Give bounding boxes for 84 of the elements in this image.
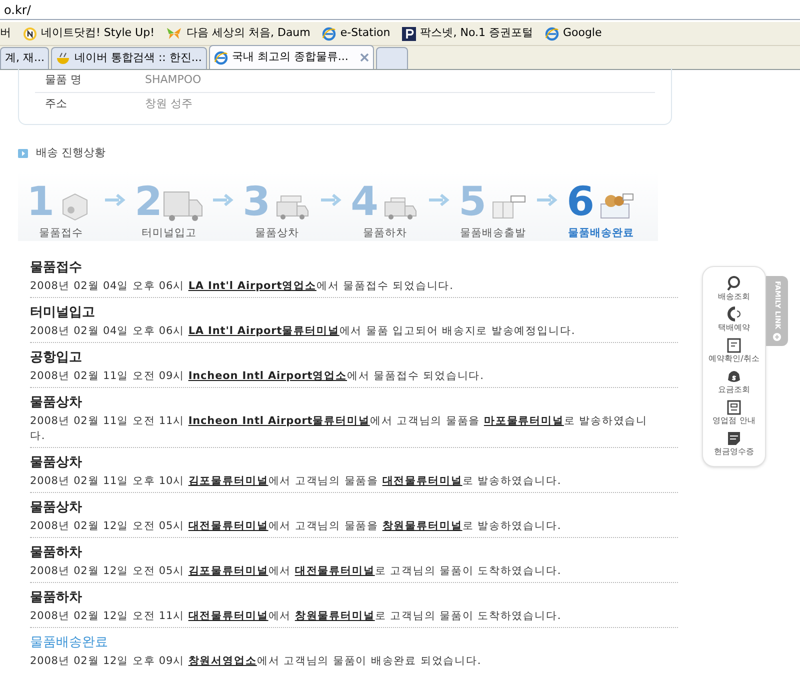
quick-menu-link[interactable]: 요금조회 — [718, 384, 750, 396]
step-number: 6 — [566, 182, 594, 222]
event-message: 2008년 02월 12일 오전 05시 김포물류터미널 에서 대전물류터미널 로 고객님의 물품이 도착하였습니다. — [30, 564, 562, 580]
event-message: 2008년 02월 11일 오전 11시 Incheon Intl Airport물류터미널 에서 고객님의 물품을 마포물류터미널 로 발송하였습니다. — [30, 414, 649, 444]
step-number: 5 — [458, 182, 486, 222]
location-link[interactable]: 창원서영업소 — [188, 655, 257, 668]
quick-menu-link[interactable]: 배송조회 — [718, 291, 750, 303]
step-number: 3 — [242, 182, 270, 222]
address-field[interactable]: o.kr/ — [4, 0, 31, 18]
location-link[interactable]: Incheon Intl Airport영업소 — [188, 370, 348, 382]
step-label: 물품배송출발 — [460, 226, 526, 240]
step-number: 1 — [26, 182, 54, 222]
floor-plan-icon — [724, 399, 743, 415]
event-message: 2008년 02월 11일 오후 10시 김포물류터미널 에서 고객님의 물품을 대전물류터미널 로 발송하였습니다. — [30, 474, 562, 490]
arrow-icon — [104, 194, 126, 206]
location-link[interactable]: LA Int'l Airport영업소 — [188, 280, 316, 292]
bookmark-link[interactable]: 버 — [0, 25, 11, 42]
bookmark-link[interactable]: 팍스넷, No.1 증권포털 — [402, 25, 533, 42]
field-value: SHAMPOO — [145, 72, 202, 88]
field-value: 창원 성주 — [145, 96, 192, 112]
event-message: 2008년 02월 11일 오전 09시 Incheon Intl Airport영업소에서 물품접수 되었습니다. — [30, 369, 485, 384]
arrow-icon — [320, 194, 342, 206]
event-title: 물품상차 — [30, 394, 83, 412]
event-title: 물품배송완료 — [30, 634, 109, 652]
close-icon[interactable] — [360, 53, 370, 62]
location-link[interactable]: Incheon Intl Airport물류터미널 — [188, 415, 370, 428]
bookmark-link[interactable]: Google — [544, 25, 602, 42]
location-link[interactable]: 대전물류터미널 — [382, 475, 462, 488]
new-tab-button[interactable] — [376, 47, 408, 69]
browser-tab[interactable]: 국내 최고의 종합물류... — [208, 45, 374, 69]
step-label: 물품상차 — [255, 226, 299, 240]
event-title: 물품접수 — [30, 259, 83, 278]
bowl-icon — [56, 52, 70, 65]
step-number: 4 — [350, 182, 378, 222]
location-link[interactable]: 창원물류터미널 — [382, 520, 462, 532]
event-message: 2008년 02월 12일 오전 05시 대전물류터미널 에서 고객님의 물품을 창원물류터미널 로 발송하였습니다. — [30, 519, 562, 534]
event-title: 터미널입고 — [30, 304, 96, 322]
event-title: 물품하차 — [30, 544, 83, 562]
event-message: 2008년 02월 04일 오후 06시 LA Int'l Airport영업소에서 물품접수 되었습니다. — [30, 279, 454, 294]
quick-menu-link[interactable]: 예약확인/취소 — [708, 353, 760, 365]
bookmark-link[interactable]: 네이트닷컴! Style Up! — [23, 25, 154, 42]
location-link[interactable]: 대전물류터미널 — [188, 520, 268, 532]
truck-drawing — [163, 190, 204, 222]
e-logo-icon — [544, 26, 559, 40]
arrow-icon — [428, 194, 450, 206]
step-label: 물품접수 — [39, 226, 83, 240]
event-message: 2008년 02월 12일 오전 11시 대전물류터미널 에서 창원물류터미널 로 고객님의 물품이 도착하였습니다. — [30, 609, 562, 624]
e-logo-icon — [214, 50, 228, 64]
location-link[interactable]: 대전물류터미널 — [294, 565, 375, 578]
field-label: 주소 — [44, 96, 68, 112]
browser-tab[interactable]: 네이버 통합검색 :: 한진... — [51, 47, 207, 69]
plus-circle-icon — [773, 333, 781, 342]
location-link[interactable]: LA Int'l Airport물류터미널 — [188, 325, 340, 338]
event-title: 물품상차 — [30, 454, 83, 472]
section-title: 배송 진행상황 — [36, 145, 106, 161]
quick-menu-link[interactable]: 영업점 안내 — [712, 415, 756, 427]
event-title: 물품하차 — [30, 589, 83, 608]
butterfly-icon — [166, 27, 182, 40]
location-link[interactable]: 창원물류터미널 — [294, 610, 375, 622]
arrow-icon — [212, 194, 234, 206]
step-label: 터미널입고 — [142, 226, 196, 240]
location-link[interactable]: 마포물류터미널 — [484, 415, 564, 428]
event-message: 2008년 02월 12일 오후 09시 창원서영업소에서 고객님의 물품이 배송완료 되었습니다. — [30, 654, 482, 670]
event-title: 물품상차 — [30, 499, 83, 518]
p-square-icon — [402, 26, 416, 40]
n-circle-icon — [23, 26, 37, 40]
quick-menu-link[interactable]: 현금영수증 — [714, 446, 754, 458]
location-link[interactable]: 김포물류터미널 — [188, 565, 268, 578]
play-square-icon — [18, 148, 28, 158]
step-label: 물품배송완료 — [568, 226, 634, 240]
event-title: 공항입고 — [30, 349, 83, 368]
step-label: 물품하차 — [363, 226, 407, 240]
bookmark-link[interactable]: 다음 세상의 처음, Daum — [166, 25, 310, 42]
bookmark-link[interactable]: e-Station — [322, 25, 390, 42]
step-number: 2 — [134, 182, 162, 222]
arrow-icon — [536, 194, 558, 206]
e-logo-icon — [322, 26, 336, 40]
quick-menu-link[interactable]: 택배예약 — [718, 322, 750, 334]
event-message: 2008년 02월 04일 오후 06시 LA Int'l Airport물류터미널 에서 물품 입고되어 배송지로 발송예정입니다. — [30, 324, 576, 340]
search-icon — [724, 275, 743, 291]
field-label: 물품 명 — [44, 72, 82, 88]
browser-tab[interactable]: 계, 재... — [0, 47, 50, 69]
location-link[interactable]: 김포물류터미널 — [188, 475, 268, 488]
location-link[interactable]: 대전물류터미널 — [188, 610, 268, 622]
